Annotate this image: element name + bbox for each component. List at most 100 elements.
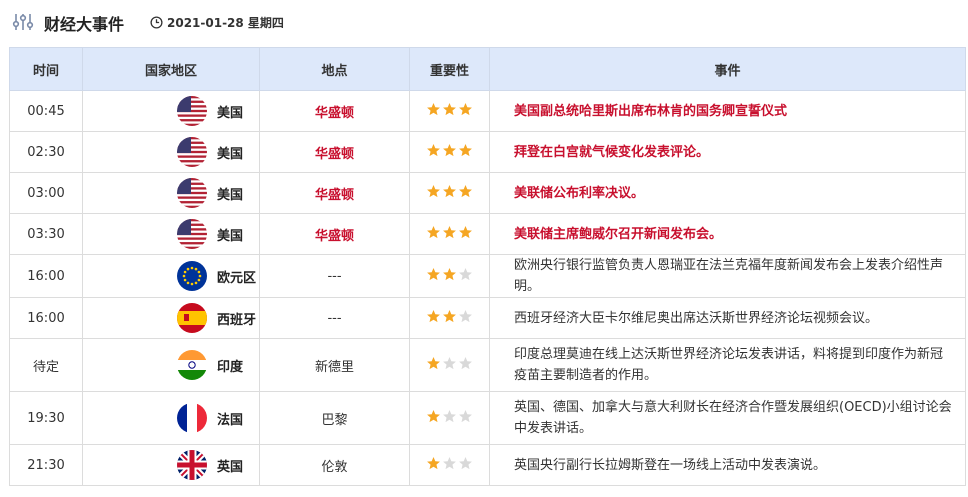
star-icon (443, 143, 456, 156)
location-text: 华盛顿 (314, 105, 354, 121)
time-text: 16:00 (27, 268, 65, 284)
country-name: 美国 (217, 146, 244, 162)
us-flag-icon (177, 178, 207, 208)
star-icon (427, 356, 440, 369)
cell-importance (409, 297, 490, 339)
time-text: 21:30 (27, 457, 65, 473)
time-text: 待定 (32, 359, 59, 375)
clock-icon (150, 16, 163, 29)
location-text: --- (327, 310, 342, 326)
location-text: --- (327, 268, 342, 284)
cell-event: 美联储公布利率决议。 (489, 172, 966, 214)
table-row[interactable]: 21:30 英国 伦敦 英国央行副行长拉姆斯登在一场线上活动中发表演说。 (9, 444, 966, 486)
page-title: 财经大事件 (44, 15, 125, 34)
star-icon (459, 409, 472, 422)
table-row[interactable]: 19:30 法国 巴黎 英国、德国、加拿大与意大利财长在经济合作暨发展组织(OECD)… (9, 391, 966, 445)
cell-event: 美联储主席鲍威尔召开新闻发布会。 (489, 213, 966, 255)
time-text: 00:45 (27, 103, 65, 119)
cell-importance (409, 391, 490, 445)
star-icon (459, 309, 472, 322)
cell-country: 法国 (82, 391, 260, 445)
table-row[interactable]: 16:00 西班牙 --- 西班牙经济大臣卡尔维尼奥出席达沃斯世界经济论坛视频会议。 (9, 297, 966, 339)
star-icon (427, 184, 440, 197)
country-name: 印度 (217, 359, 244, 375)
us-flag-icon (177, 219, 207, 249)
cell-time: 19:30 (9, 391, 83, 445)
col-event: 事件 (489, 47, 966, 91)
star-icon (459, 267, 472, 280)
country-name: 法国 (217, 412, 244, 428)
cell-importance (409, 338, 490, 392)
events-table: 时间 国家地区 地点 重要性 事件 00:45 美国 华盛顿 美国副总统哈里斯出席布林… (9, 47, 966, 486)
star-icon (427, 143, 440, 156)
cell-location: 华盛顿 (259, 90, 410, 132)
us-flag-icon (177, 96, 207, 126)
event-text: 美联储主席鲍威尔召开新闻发布会。 (514, 226, 723, 242)
cell-country: 美国 (82, 213, 260, 255)
col-importance: 重要性 (409, 47, 490, 91)
cell-time: 00:45 (9, 90, 83, 132)
table-row[interactable]: 00:45 美国 华盛顿 美国副总统哈里斯出席布林肯的国务卿宣誓仪式 (9, 90, 966, 132)
col-time: 时间 (9, 47, 83, 91)
importance-stars (426, 409, 473, 424)
in-flag-icon (177, 350, 207, 380)
location-text: 新德里 (314, 359, 354, 375)
table-row[interactable]: 03:00 美国 华盛顿 美联储公布利率决议。 (9, 172, 966, 214)
cell-event: 欧洲央行银行监管负责人恩瑞亚在法兰克福年度新闻发布会上发表介绍性声明。 (489, 254, 966, 298)
importance-stars (426, 143, 473, 158)
event-text: 英国、德国、加拿大与意大利财长在经济合作暨发展组织(OECD)小组讨论会中发表讲… (514, 400, 952, 436)
cell-location: --- (259, 254, 410, 298)
cell-country: 英国 (82, 444, 260, 486)
event-text: 印度总理莫迪在线上达沃斯世界经济论坛发表讲话，料将提到印度作为新冠疫苗主要制造者… (514, 347, 944, 383)
cell-location: 新德里 (259, 338, 410, 392)
cell-importance (409, 213, 490, 255)
cell-event: 拜登在白宫就气候变化发表评论。 (489, 131, 966, 173)
table-row[interactable]: 待定 印度 新德里 印度总理莫迪在线上达沃斯世界经济论坛发表讲话，料将提到印度作为新冠… (9, 338, 966, 392)
cell-event: 美国副总统哈里斯出席布林肯的国务卿宣誓仪式 (489, 90, 966, 132)
event-text: 美国副总统哈里斯出席布林肯的国务卿宣誓仪式 (514, 103, 788, 119)
star-icon (443, 356, 456, 369)
cell-event: 英国央行副行长拉姆斯登在一场线上活动中发表演说。 (489, 444, 966, 486)
star-icon (459, 456, 472, 469)
country-name: 英国 (217, 459, 244, 475)
star-icon (459, 102, 472, 115)
time-text: 16:00 (27, 310, 65, 326)
star-icon (427, 225, 440, 238)
star-icon (459, 225, 472, 238)
event-text: 西班牙经济大臣卡尔维尼奥出席达沃斯世界经济论坛视频会议。 (514, 310, 879, 326)
cell-time: 03:30 (9, 213, 83, 255)
star-icon (459, 143, 472, 156)
table-row[interactable]: 03:30 美国 华盛顿 美联储主席鲍威尔召开新闻发布会。 (9, 213, 966, 255)
time-text: 02:30 (27, 144, 65, 160)
cell-country: 西班牙 (82, 297, 260, 339)
col-location: 地点 (259, 47, 410, 91)
cell-time: 02:30 (9, 131, 83, 173)
cell-time: 16:00 (9, 297, 83, 339)
location-text: 华盛顿 (314, 228, 354, 244)
star-icon (427, 409, 440, 422)
cell-country: 欧元区 (82, 254, 260, 298)
time-text: 03:30 (27, 226, 65, 242)
table-row[interactable]: 02:30 美国 华盛顿 拜登在白宫就气候变化发表评论。 (9, 131, 966, 173)
location-text: 华盛顿 (314, 187, 354, 203)
star-icon (427, 309, 440, 322)
importance-stars (426, 102, 473, 117)
sliders-icon (12, 14, 34, 30)
time-text: 19:30 (27, 410, 65, 426)
event-text: 英国央行副行长拉姆斯登在一场线上活动中发表演说。 (514, 457, 827, 473)
star-icon (427, 267, 440, 280)
cell-event: 印度总理莫迪在线上达沃斯世界经济论坛发表讲话，料将提到印度作为新冠疫苗主要制造者… (489, 338, 966, 392)
cell-country: 美国 (82, 131, 260, 173)
cell-country: 印度 (82, 338, 260, 392)
time-text: 03:00 (27, 185, 65, 201)
col-country: 国家地区 (82, 47, 260, 91)
country-name: 欧元区 (217, 270, 257, 286)
cell-importance (409, 131, 490, 173)
star-icon (459, 184, 472, 197)
cell-event: 英国、德国、加拿大与意大利财长在经济合作暨发展组织(OECD)小组讨论会中发表讲… (489, 391, 966, 445)
star-icon (443, 225, 456, 238)
country-name: 西班牙 (217, 312, 257, 328)
cell-location: 巴黎 (259, 391, 410, 445)
importance-stars (426, 309, 473, 324)
table-row[interactable]: 16:00 欧元区 --- 欧洲央行银行监管负责人恩瑞亚在法兰克福年度新闻发布会上发表… (9, 254, 966, 298)
